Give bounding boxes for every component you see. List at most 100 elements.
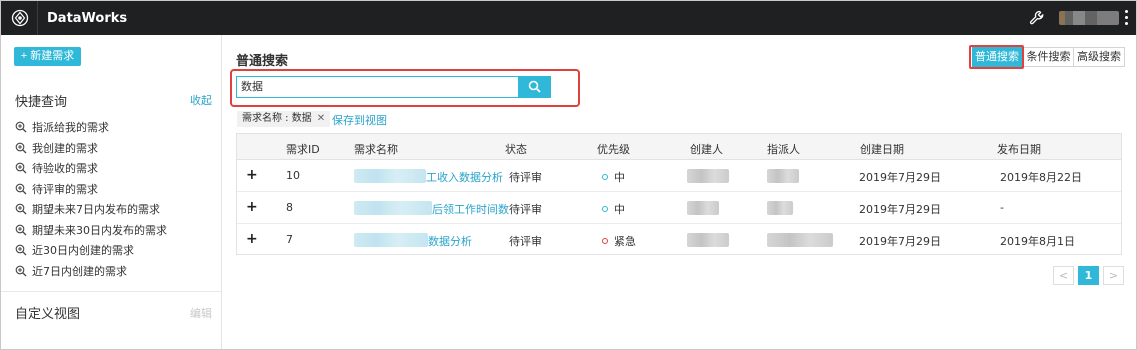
- column-header-name[interactable]: 需求名称: [354, 141, 398, 157]
- search-button[interactable]: [518, 76, 551, 98]
- priority-label: 紧急: [614, 235, 636, 248]
- sidebar-divider: [1, 291, 221, 292]
- requirement-priority: 紧急: [602, 233, 636, 249]
- page-title: 普通搜索: [236, 54, 289, 69]
- quick-query-title: 快捷查询: [15, 95, 68, 110]
- new-requirement-button[interactable]: + 新建需求: [14, 47, 81, 66]
- priority-dot: [602, 238, 608, 244]
- top-bar: DataWorks: [1, 1, 1136, 35]
- zoom-in-icon: [15, 265, 27, 277]
- zoom-in-icon: [15, 203, 27, 215]
- search-input[interactable]: 数据: [236, 76, 518, 98]
- requirement-status: 待评审: [509, 203, 542, 216]
- created-date: 2019年7月29日: [859, 203, 941, 216]
- user-avatar[interactable]: [1059, 11, 1119, 25]
- app-title: DataWorks: [47, 11, 128, 26]
- tab-condition-search[interactable]: 条件搜索: [1023, 47, 1074, 67]
- requirement-status: 待评审: [509, 235, 542, 248]
- collapse-link[interactable]: 收起: [190, 92, 212, 108]
- tab-advanced-search[interactable]: 高级搜索: [1073, 47, 1125, 67]
- sidebar: + 新建需求 快捷查询 收起 指派给我的需求 我创建的需求 待验收的需求 待评审…: [1, 35, 222, 349]
- priority-label: 中: [614, 171, 625, 184]
- dataworks-logo-icon[interactable]: [11, 9, 29, 27]
- table-row[interactable]: + 10 工收入数据分析 待评审 中 2019年7月29日 2019年8月22日: [237, 160, 1121, 192]
- active-tab-highlight: [969, 45, 1024, 69]
- expand-row-button[interactable]: +: [246, 199, 258, 215]
- requirement-priority: 中: [602, 169, 625, 185]
- next-page-button[interactable]: >: [1103, 266, 1124, 285]
- requirement-priority: 中: [602, 201, 625, 217]
- quick-item-created-7-days[interactable]: 近7日内创建的需求: [15, 261, 167, 282]
- column-header-publish-date[interactable]: 发布日期: [997, 141, 1041, 157]
- quick-item-created-30-days[interactable]: 近30日内创建的需求: [15, 240, 167, 261]
- page-1-button[interactable]: 1: [1078, 266, 1099, 285]
- column-header-creator[interactable]: 创建人: [690, 141, 723, 157]
- quick-item-created-by-me[interactable]: 我创建的需求: [15, 138, 167, 159]
- quick-item-label: 期望未来30日内发布的需求: [32, 223, 167, 237]
- quick-item-label: 近30日内创建的需求: [32, 244, 134, 258]
- expand-row-button[interactable]: +: [246, 167, 258, 183]
- wrench-icon[interactable]: [1028, 9, 1046, 27]
- quick-item-release-7-days[interactable]: 期望未来7日内发布的需求: [15, 199, 167, 220]
- app-window: DataWorks + 新建需求 快捷查询 收起 指派给我的需求 我创建的需求 …: [0, 0, 1137, 350]
- column-header-created-date[interactable]: 创建日期: [860, 141, 904, 157]
- quick-item-label: 待验收的需求: [32, 162, 98, 176]
- more-vertical-icon[interactable]: [1125, 10, 1129, 26]
- quick-item-label: 待评审的需求: [32, 182, 98, 196]
- custom-view-title: 自定义视图: [15, 307, 81, 322]
- zoom-in-icon: [15, 224, 27, 236]
- quick-item-release-30-days[interactable]: 期望未来30日内发布的需求: [15, 220, 167, 241]
- requirement-id: 10: [286, 169, 300, 182]
- creator-redacted: [687, 201, 719, 215]
- publish-date: -: [1000, 201, 1004, 214]
- priority-dot: [602, 174, 608, 180]
- assignee-redacted: [767, 169, 799, 183]
- requirement-name-redacted: [354, 169, 426, 183]
- priority-label: 中: [614, 203, 625, 216]
- quick-item-pending-acceptance[interactable]: 待验收的需求: [15, 158, 167, 179]
- requirement-id: 8: [286, 201, 293, 214]
- priority-dot: [602, 206, 608, 212]
- filter-tag-label: 需求名称 : 数据: [242, 113, 312, 124]
- column-header-status[interactable]: 状态: [505, 141, 527, 157]
- quick-item-label: 我创建的需求: [32, 141, 98, 155]
- requirement-name-link[interactable]: 数据分析: [428, 233, 472, 249]
- filter-tag: 需求名称 : 数据 ✕: [237, 111, 331, 127]
- zoom-in-icon: [15, 142, 27, 154]
- table-row[interactable]: + 7 数据分析 待评审 紧急 2019年7月29日 2019年8月1日: [237, 224, 1121, 256]
- quick-query-list: 指派给我的需求 我创建的需求 待验收的需求 待评审的需求 期望未来7日内发布的需…: [15, 117, 167, 281]
- zoom-in-icon: [15, 162, 27, 174]
- column-header-id[interactable]: 需求ID: [286, 141, 320, 157]
- requirement-name-link[interactable]: 后领工作时间数: [432, 201, 509, 217]
- publish-date: 2019年8月1日: [1000, 235, 1075, 248]
- requirements-table: 需求ID 需求名称 状态 优先级 创建人 指派人 创建日期 发布日期 + 10 …: [236, 133, 1122, 255]
- quick-item-label: 近7日内创建的需求: [32, 264, 127, 278]
- prev-page-button[interactable]: <: [1053, 266, 1074, 285]
- zoom-in-icon: [15, 244, 27, 256]
- table-header: 需求ID 需求名称 状态 优先级 创建人 指派人 创建日期 发布日期: [237, 134, 1121, 160]
- topbar-divider: [37, 1, 38, 35]
- edit-custom-view-link[interactable]: 编辑: [190, 305, 212, 321]
- quick-item-label: 期望未来7日内发布的需求: [32, 203, 160, 217]
- publish-date: 2019年8月22日: [1000, 171, 1082, 184]
- zoom-in-icon: [15, 183, 27, 195]
- requirement-name-redacted: [354, 233, 428, 247]
- save-to-view-link[interactable]: 保存到视图: [332, 112, 387, 128]
- close-icon[interactable]: ✕: [317, 113, 325, 124]
- search-icon: [528, 80, 541, 93]
- expand-row-button[interactable]: +: [246, 231, 258, 247]
- quick-item-label: 指派给我的需求: [32, 121, 109, 135]
- assignee-redacted: [767, 201, 793, 215]
- created-date: 2019年7月29日: [859, 235, 941, 248]
- requirement-name-link[interactable]: 工收入数据分析: [426, 169, 503, 185]
- quick-item-assigned-to-me[interactable]: 指派给我的需求: [15, 117, 167, 138]
- assignee-redacted: [767, 233, 833, 247]
- column-header-priority[interactable]: 优先级: [597, 141, 630, 157]
- table-row[interactable]: + 8 后领工作时间数 待评审 中 2019年7月29日 -: [237, 192, 1121, 224]
- column-header-assignee[interactable]: 指派人: [767, 141, 800, 157]
- quick-item-pending-review[interactable]: 待评审的需求: [15, 179, 167, 200]
- created-date: 2019年7月29日: [859, 171, 941, 184]
- requirement-status: 待评审: [509, 171, 542, 184]
- creator-redacted: [687, 233, 729, 247]
- requirement-id: 7: [286, 233, 293, 246]
